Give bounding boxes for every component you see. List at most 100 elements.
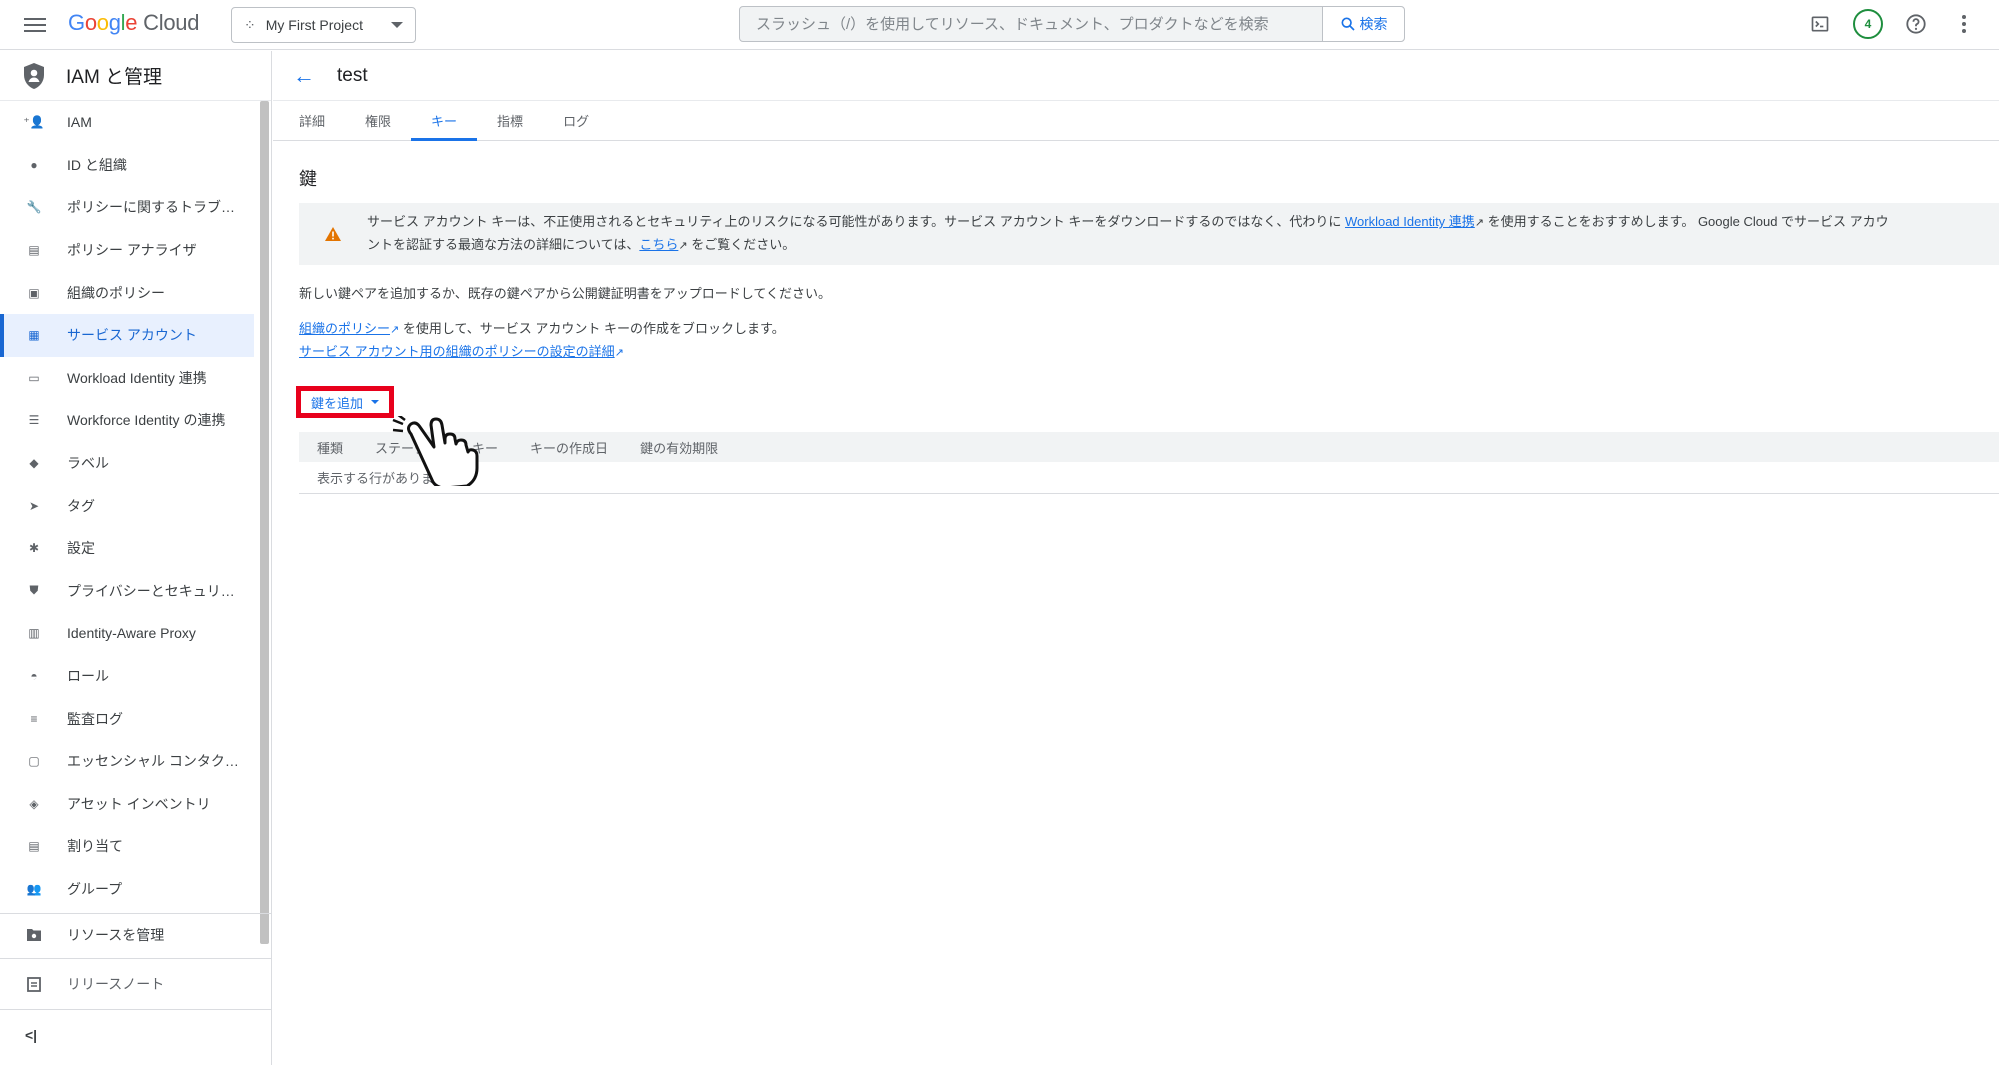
sidebar-item-label: Workforce Identity の連携 [67,412,226,429]
chevron-down-icon [391,22,403,28]
policy-details-link[interactable]: サービス アカウント用の組織のポリシーの設定の詳細 [299,344,615,359]
sidebar-item-label: IAM [67,114,92,131]
chevron-tag-icon: ➤ [28,498,40,513]
description-text: 新しい鍵ペアを追加するか、既存の鍵ペアから公開鍵証明書をアップロードしてください… [299,286,831,301]
table-header: 種類 ステータス キー キーの作成日 鍵の有効期限 [299,432,1999,462]
sidebar-item-label: ポリシー アナライザ [67,242,197,259]
top-bar: GoogleCloud ⁘ My First Project 検索 4 [0,0,1999,50]
sidebar-item-16[interactable]: ◈ アセット インベントリ [0,783,271,826]
tab-0[interactable]: 詳細 [279,101,345,140]
sidebar-item-14[interactable]: ≡ 監査ログ [0,697,271,740]
tab-3[interactable]: 指標 [477,101,543,140]
sidebar-item-13[interactable]: ◓ ロール [0,655,271,698]
section-title: 鍵 [299,169,317,189]
sidebar-item-label: 組織のポリシー [67,284,165,301]
sidebar-item-0[interactable]: ⁺👤 IAM [0,101,271,144]
sidebar-header: IAM と管理 [0,51,271,101]
column-header[interactable]: 鍵の有効期限 [640,438,718,457]
tab-bar: 詳細 権限 キー 指標 ログ [273,101,1999,141]
page-header: ← test [273,51,1999,101]
learn-more-link[interactable]: こちら [639,237,678,252]
sidebar-item-label: 監査ログ [67,710,123,727]
back-arrow-icon[interactable]: ← [293,63,315,89]
sidebar-item-18[interactable]: 👥 グループ [0,868,271,911]
release-notes-link[interactable]: リリースノート [0,958,272,1008]
workload-identity-link[interactable]: Workload Identity 連携 [1345,214,1475,229]
help-icon[interactable] [1901,9,1931,39]
document-search-icon: ▤ [28,243,40,258]
list-icon: ☰ [28,413,40,428]
tab-2[interactable]: キー [411,101,478,141]
security-warning-banner: サービス アカウント キーは、不正使用されるとセキュリティ上のリスクになる可能性… [299,203,1999,265]
group-icon: 👥 [26,881,42,896]
sidebar-item-7[interactable]: ☰ Workforce Identity の連携 [0,399,271,442]
sidebar-item-11[interactable]: ⛊ プライバシーとセキュリ… [0,570,271,613]
search-bar: 検索 [739,6,1405,42]
iam-shield-icon [24,62,44,89]
project-name: My First Project [265,17,363,33]
warning-icon [325,227,341,241]
main-content: ← test 詳細 権限 キー 指標 ログ 鍵 サービス アカウント キーは、不正使用さ… [273,51,1999,1065]
sidebar-item-label: エッセンシャル コンタク… [67,753,239,770]
id-card-icon: ▭ [28,370,40,385]
sidebar-item-label: Workload Identity 連携 [67,369,207,386]
sidebar-item-4[interactable]: ▣ 組織のポリシー [0,271,271,314]
tab-1[interactable]: 権限 [345,101,411,140]
hat-icon: ◓ [30,669,38,684]
tag-icon: ◆ [29,456,39,471]
notifications-badge[interactable]: 4 [1853,9,1883,39]
account-circle-icon: ● [30,157,38,172]
folder-gear-icon [25,927,43,942]
column-header[interactable]: キーの作成日 [530,438,608,457]
cloud-shell-icon[interactable] [1805,9,1835,39]
proxy-icon: ▥ [28,626,40,641]
shield-icon: ⛊ [29,583,39,598]
sidebar-item-10[interactable]: ✱ 設定 [0,527,271,570]
sidebar-item-label: 設定 [67,540,95,557]
external-link-icon: ↗ [614,347,624,359]
sidebar-item-label: グループ [67,880,123,897]
sidebar-item-15[interactable]: ▢ エッセンシャル コンタク… [0,740,271,783]
sidebar-item-label: プライバシーとセキュリ… [67,582,235,599]
person-add-icon: ⁺👤 [23,115,45,130]
more-vert-icon[interactable] [1949,9,1979,39]
sidebar-scrollbar[interactable] [260,101,269,944]
sidebar-item-6[interactable]: ▭ Workload Identity 連携 [0,357,271,400]
sidebar-item-3[interactable]: ▤ ポリシー アナライザ [0,229,271,272]
collapse-sidebar-button[interactable]: <| [0,1009,272,1059]
empty-table-message: 表示する行がありません [299,462,1999,494]
list-box-icon: ▣ [28,285,40,300]
column-header[interactable]: 種類 [317,438,343,457]
sidebar-item-1[interactable]: ● ID と組織 [0,144,271,187]
page-title: test [337,64,368,86]
sidebar-item-label: 割り当て [67,838,123,855]
google-cloud-logo[interactable]: Google Cloud [68,10,199,36]
sidebar-item-12[interactable]: ▥ Identity-Aware Proxy [0,612,271,655]
main-menu-icon[interactable] [22,14,48,34]
sidebar-title: IAM と管理 [66,67,163,88]
keys-section: 鍵 サービス アカウント キーは、不正使用されるとセキュリティ上のリスクになる可… [273,141,1999,494]
sidebar-item-label: タグ [67,497,95,514]
external-link-icon: ↗ [678,240,688,252]
release-notes-icon [25,976,43,992]
sidebar-nav: ⁺👤 IAM ● ID と組織 🔧 ポリシーに関するトラブ… ▤ ポリシー アナライザ ▣ 組織の… [0,101,271,910]
project-picker-button[interactable]: ⁘ My First Project [231,7,416,43]
search-button[interactable]: 検索 [1322,7,1404,41]
tab-4[interactable]: ログ [543,101,609,140]
sidebar-item-9[interactable]: ➤ タグ [0,484,271,527]
wrench-icon: 🔧 [26,200,42,215]
search-icon [1341,17,1355,31]
org-policy-link[interactable]: 組織のポリシー [299,321,390,336]
sidebar-item-17[interactable]: ▤ 割り当て [0,825,271,868]
sidebar-item-2[interactable]: 🔧 ポリシーに関するトラブ… [0,186,271,229]
diamond-icon: ◈ [29,796,39,811]
manage-resources-link[interactable]: リソースを管理 [0,913,272,955]
contact-icon: ▢ [28,754,40,769]
quota-icon: ▤ [28,839,40,854]
sidebar-item-5[interactable]: ▦ サービス アカウント [0,313,254,357]
sidebar-item-8[interactable]: ◆ ラベル [0,442,271,485]
sidebar-item-label: Identity-Aware Proxy [67,625,196,642]
add-key-button[interactable]: 鍵を追加 [296,386,395,418]
lines-icon: ≡ [30,711,38,726]
search-input[interactable] [740,7,1322,41]
